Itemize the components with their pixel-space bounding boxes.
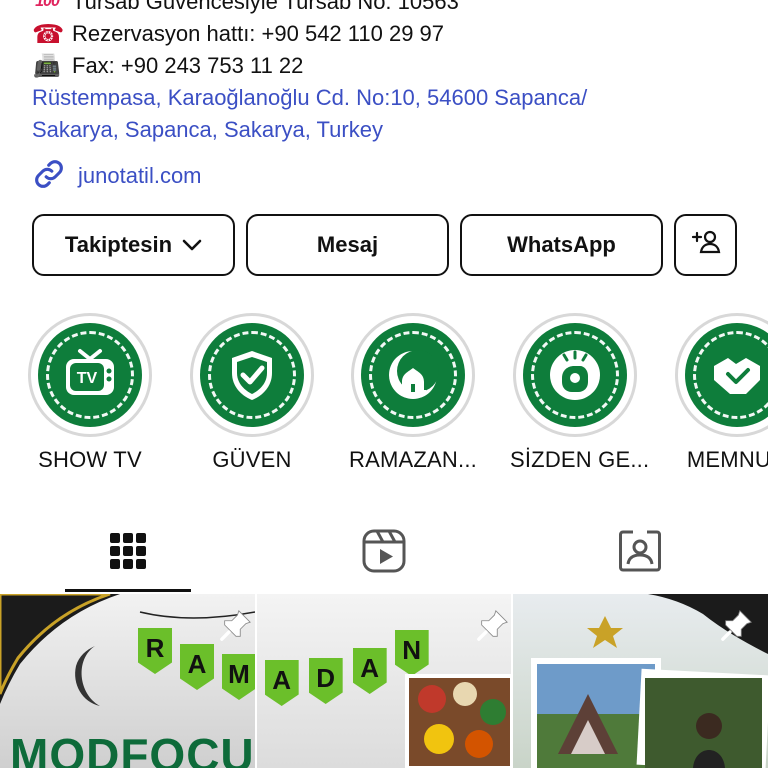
- bio-phone-text: Rezervasyon hattı: +90 542 110 29 97: [72, 21, 445, 46]
- tagged-person-icon: [619, 530, 661, 572]
- highlight-cover: [523, 323, 627, 427]
- shield-check-icon: [232, 351, 272, 400]
- story-highlights: TV SHOW TV GÜVEN RAMAZAN... SİZDEN GE...…: [0, 313, 768, 483]
- food-collage-image: [404, 674, 512, 768]
- tab-tagged[interactable]: [577, 508, 703, 594]
- bio-fax-text: Fax: +90 243 753 11 22: [72, 53, 304, 78]
- telephone-emoji-icon: ☎: [32, 19, 65, 49]
- highlight-sizden-gelenler[interactable]: SİZDEN GE...: [510, 313, 650, 473]
- reels-icon: [362, 529, 406, 573]
- pin-icon: [220, 610, 251, 641]
- bio-line-phone: ☎ Rezervasyon hattı: +90 542 110 29 97: [32, 18, 752, 50]
- highlight-guven[interactable]: GÜVEN: [187, 313, 317, 473]
- website-link[interactable]: junotatil.com: [32, 156, 752, 196]
- highlight-ramazan[interactable]: RAMAZAN...: [348, 313, 478, 473]
- svg-text:TV: TV: [77, 370, 98, 387]
- whatsapp-button[interactable]: WhatsApp: [460, 214, 663, 276]
- highlight-label: SİZDEN GE...: [510, 447, 650, 472]
- highlight-show-tv[interactable]: TV SHOW TV: [25, 313, 155, 473]
- bio-line-tursab: 100 Tursab Güvencesiyle Tursab No: 10563: [32, 0, 752, 18]
- website-link-text[interactable]: junotatil.com: [78, 163, 202, 189]
- highlight-cover: TV: [38, 323, 142, 427]
- highlight-label: GÜVEN: [212, 447, 292, 472]
- highlight-label: SHOW TV: [38, 447, 142, 472]
- highlight-cover: [200, 323, 304, 427]
- address-line-2[interactable]: Sakarya, Sapanca, Sakarya, Turkey: [32, 114, 752, 146]
- chevron-down-icon: [182, 238, 202, 252]
- pin-icon: [477, 610, 508, 641]
- suggested-people-button[interactable]: [674, 214, 737, 276]
- posts-grid: R A M MODFOCUS A D A N: [0, 594, 768, 768]
- highlight-memnun[interactable]: MEMNUN: [672, 313, 768, 473]
- handshake-icon: [714, 358, 760, 394]
- following-button[interactable]: Takiptesin: [32, 214, 235, 276]
- highlight-ring[interactable]: TV: [28, 313, 152, 437]
- fax-emoji-icon: 📠: [33, 53, 61, 78]
- hundred-emoji-icon: 100: [35, 0, 60, 10]
- highlight-label: MEMNUN: [686, 447, 768, 472]
- pointing-hand-icon: [550, 350, 600, 400]
- address-line-1[interactable]: Rüstempasa, Karaoğlanoğlu Cd. No:10, 546…: [32, 82, 752, 114]
- message-button-label: Mesaj: [316, 232, 379, 257]
- active-tab-indicator: [65, 589, 191, 592]
- highlight-cover: [685, 323, 768, 427]
- message-button[interactable]: Mesaj: [246, 214, 449, 276]
- tv-icon: TV: [66, 349, 114, 395]
- link-icon: [32, 157, 66, 196]
- highlight-ring[interactable]: [190, 313, 314, 437]
- pin-icon: [721, 610, 752, 641]
- highlight-ring[interactable]: [675, 313, 768, 437]
- post-brand-text: MODFOCUS: [10, 729, 255, 768]
- add-person-icon: [690, 228, 722, 262]
- bio-address-link[interactable]: Rüstempasa, Karaoğlanoğlu Cd. No:10, 546…: [32, 82, 752, 146]
- mosque-crescent-icon: [389, 350, 439, 399]
- following-button-label: Takiptesin: [64, 232, 173, 257]
- profile-bio: 100 Tursab Güvencesiyle Tursab No: 10563…: [32, 0, 752, 196]
- bio-line-fax: 📠 Fax: +90 243 753 11 22: [32, 50, 752, 82]
- profile-action-buttons: Takiptesin Mesaj WhatsApp: [32, 214, 737, 276]
- bio-tursab-text: Tursab Güvencesiyle Tursab No: 10563: [72, 0, 459, 14]
- post-thumbnail[interactable]: A D A N: [256, 594, 512, 768]
- post-thumbnail[interactable]: R A M MODFOCUS: [0, 594, 255, 768]
- tab-reels[interactable]: [321, 508, 447, 594]
- highlight-cover: [361, 323, 465, 427]
- grid-icon: [110, 533, 146, 569]
- tab-posts[interactable]: [65, 508, 191, 594]
- highlight-ring[interactable]: [513, 313, 637, 437]
- highlight-ring[interactable]: [351, 313, 475, 437]
- highlight-label: RAMAZAN...: [349, 447, 477, 472]
- profile-tabs: [0, 508, 768, 594]
- whatsapp-button-label: WhatsApp: [507, 232, 616, 257]
